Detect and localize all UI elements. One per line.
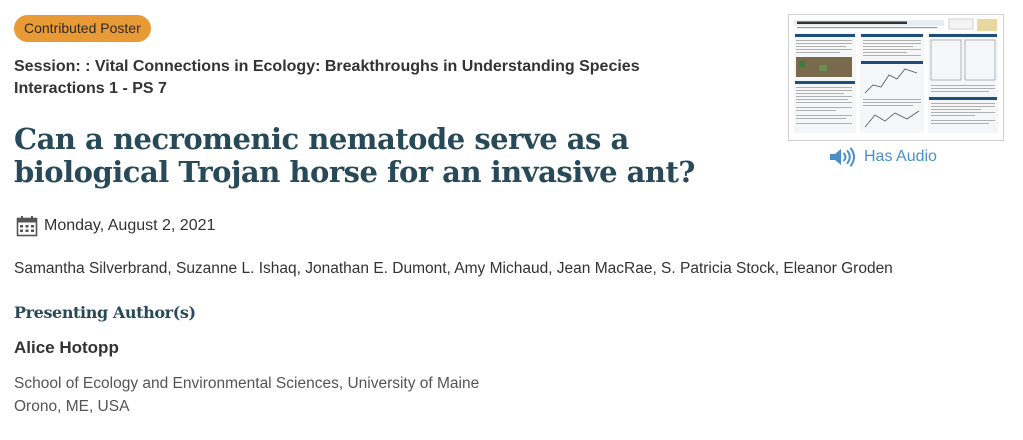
presenting-author-affiliation: School of Ecology and Environmental Scie… (14, 372, 479, 418)
calendar-icon (16, 216, 38, 237)
affiliation-location: Orono, ME, USA (14, 398, 130, 415)
page-title: Can a necromenic nematode serve as a bio… (14, 122, 695, 189)
contributed-poster-badge: Contributed Poster (14, 15, 151, 42)
date-row: Monday, August 2, 2021 (16, 213, 215, 239)
session-date: Monday, August 2, 2021 (44, 217, 216, 234)
has-audio-label[interactable]: Has Audio (864, 148, 937, 166)
speaker-icon (830, 147, 855, 167)
presenting-authors-heading: Presenting Author(s) (14, 303, 196, 322)
affiliation-institution: School of Ecology and Environmental Scie… (14, 375, 480, 392)
session-info: Session: : Vital Connections in Ecology:… (14, 58, 640, 97)
poster-preview-image (791, 17, 1001, 138)
has-audio-link[interactable]: Has Audio (828, 146, 937, 168)
poster-thumbnail[interactable] (788, 14, 1004, 141)
author-list: Samantha Silverbrand, Suzanne L. Ishaq, … (14, 260, 893, 277)
presenting-author-name: Alice Hotopp (14, 338, 119, 357)
